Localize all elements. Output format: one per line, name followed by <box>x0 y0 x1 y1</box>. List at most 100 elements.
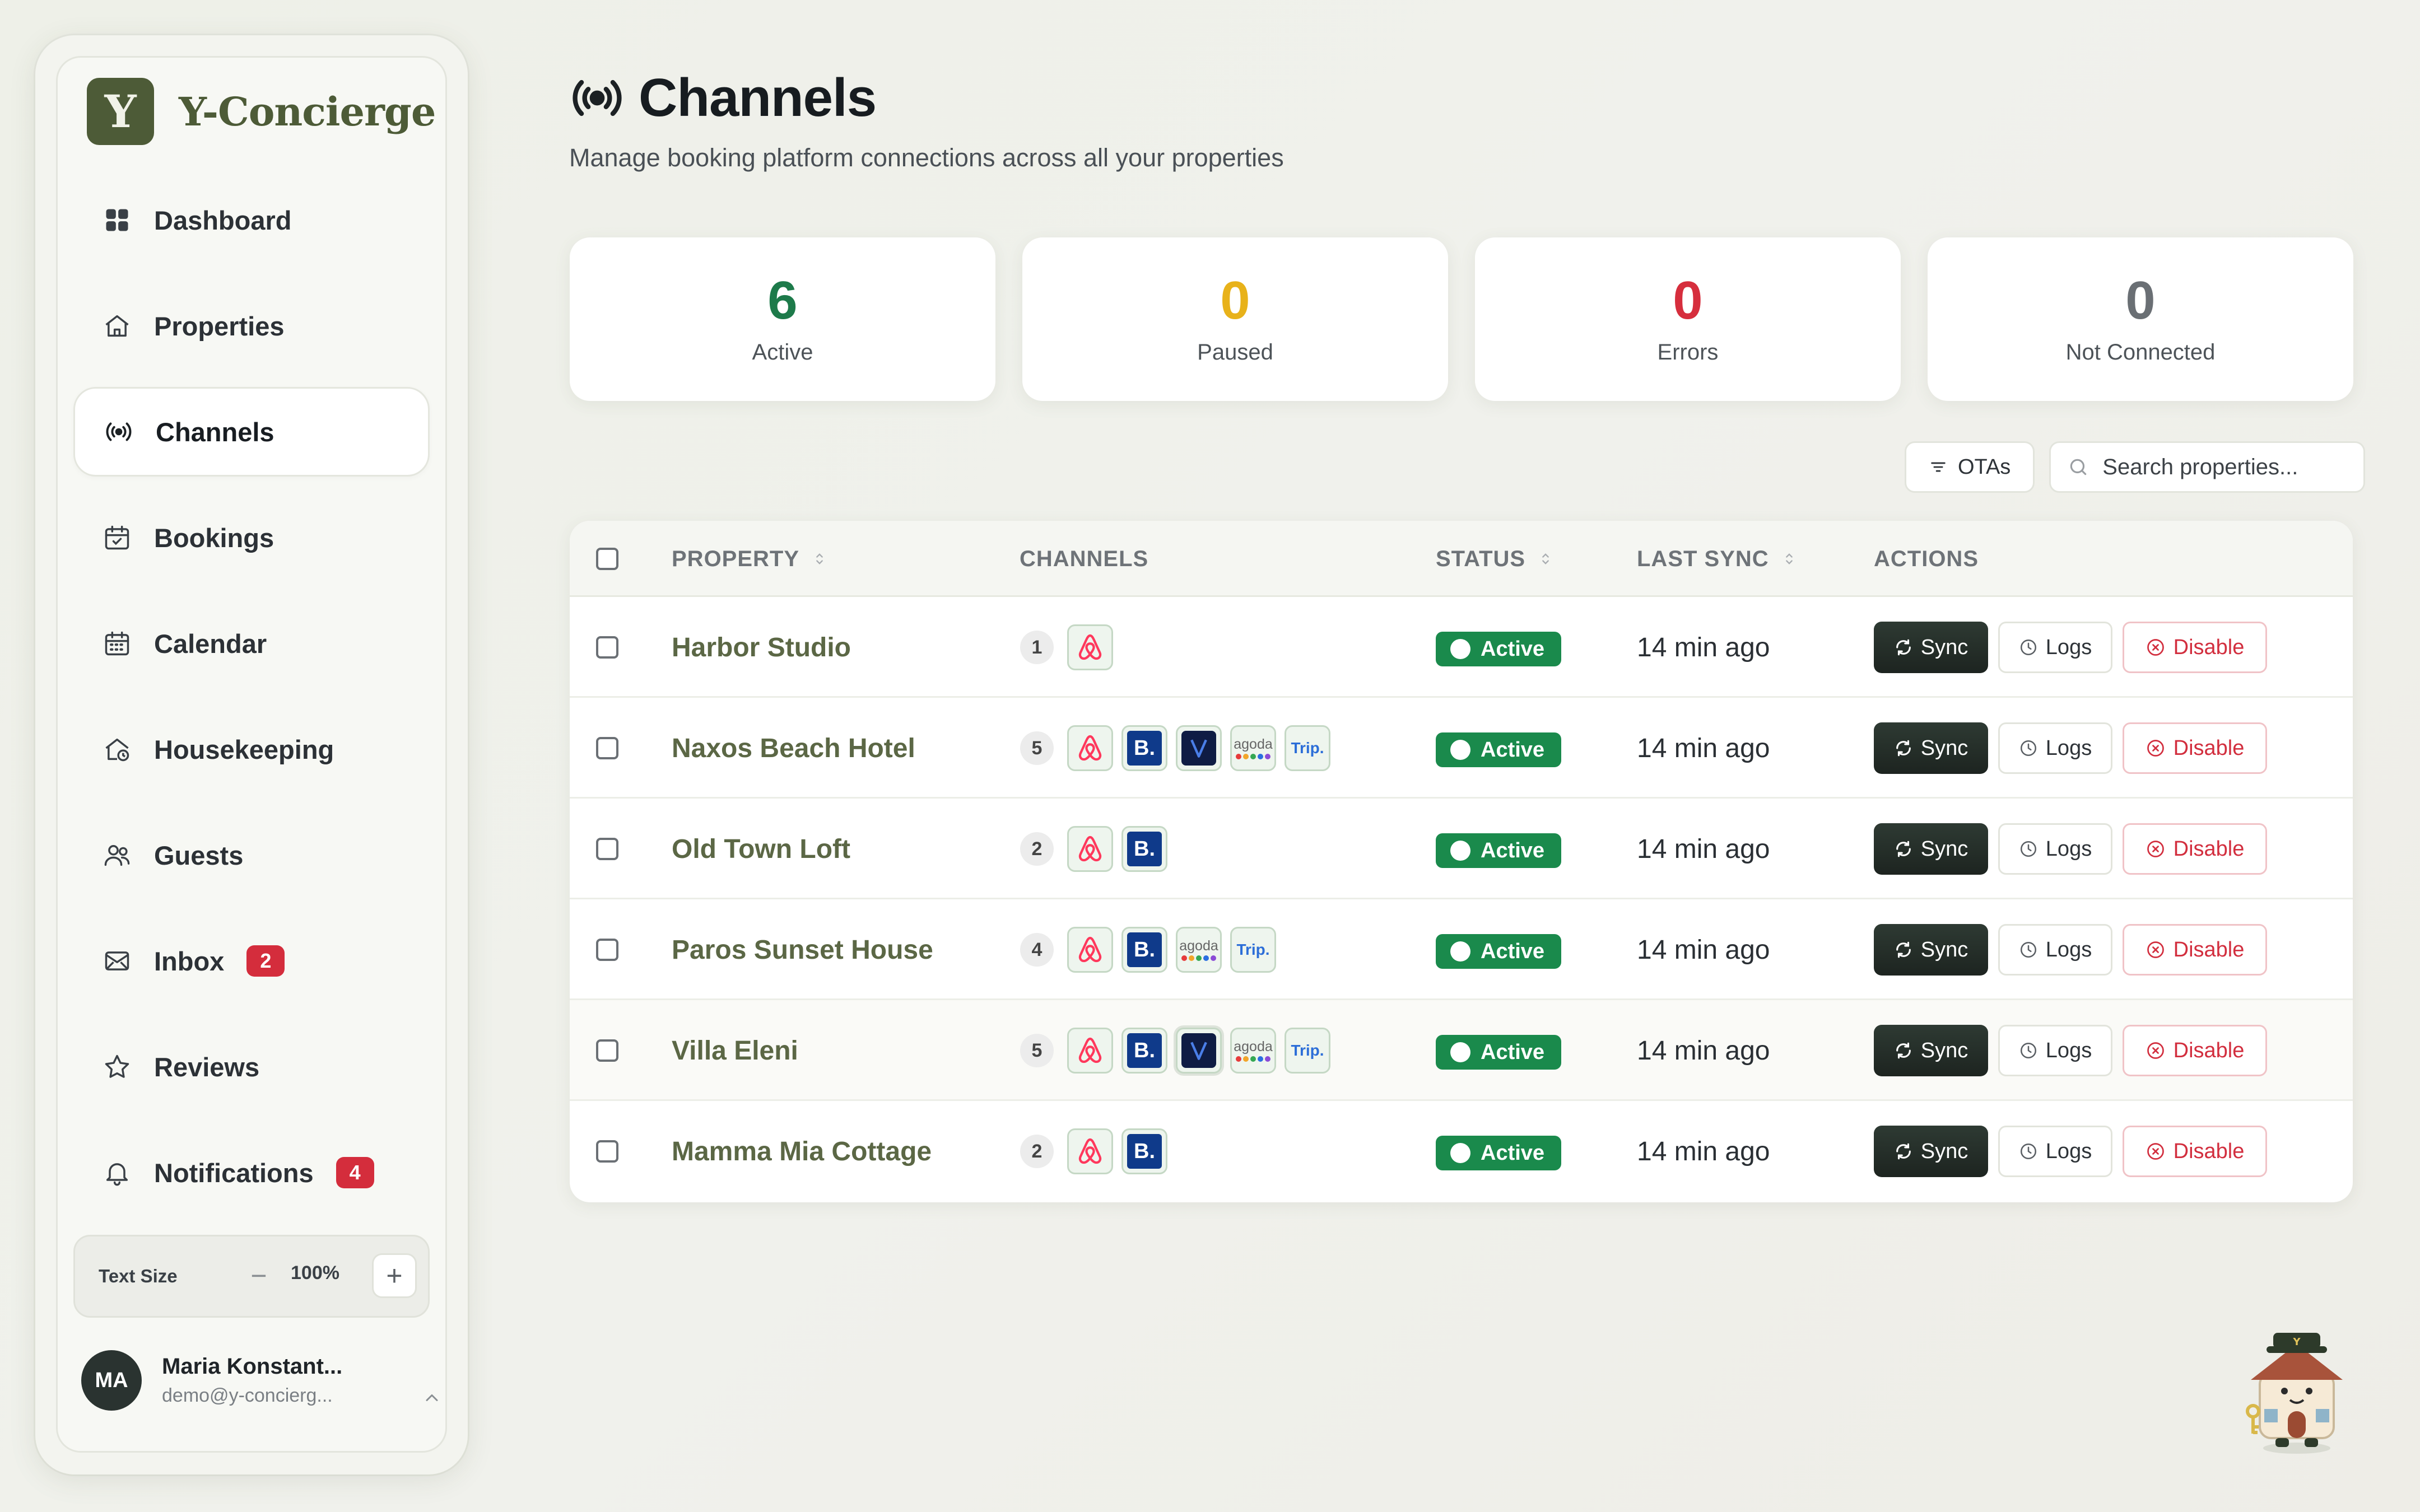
row-checkbox[interactable] <box>596 737 618 759</box>
sync-button[interactable]: Sync <box>1874 722 1988 774</box>
header-property[interactable]: PROPERTY <box>672 521 827 597</box>
sync-button[interactable]: Sync <box>1874 823 1988 875</box>
header-last-sync[interactable]: LAST SYNC <box>1637 521 1797 597</box>
booking-channel-icon[interactable]: B. <box>1121 927 1167 973</box>
property-name-link[interactable]: Harbor Studio <box>672 597 851 698</box>
trip-channel-icon[interactable]: Trip. <box>1230 927 1276 973</box>
sidebar-item-guests[interactable]: Guests <box>73 810 430 900</box>
row-checkbox[interactable] <box>596 1140 618 1163</box>
refresh-icon <box>1896 1143 1911 1160</box>
airbnb-channel-icon[interactable] <box>1067 624 1113 670</box>
channel-count: 2 <box>1020 832 1054 866</box>
calendar-grid-icon <box>103 629 132 658</box>
row-actions: Sync Logs Disable <box>1874 1025 2277 1076</box>
sidebar-item-calendar[interactable]: Calendar <box>73 599 430 688</box>
stat-label: Active <box>752 339 813 365</box>
x-circle-icon <box>2147 639 2164 656</box>
property-name-link[interactable]: Paros Sunset House <box>672 899 933 1000</box>
brand-logo: Y <box>87 78 154 145</box>
sync-button[interactable]: Sync <box>1874 1126 1988 1177</box>
airbnb-channel-icon[interactable] <box>1067 927 1113 973</box>
booking-channel-icon[interactable]: B. <box>1121 826 1167 872</box>
sidebar-item-reviews[interactable]: Reviews <box>73 1022 430 1112</box>
status-dot-icon <box>1450 1143 1470 1163</box>
last-sync-value: 14 min ago <box>1637 632 1770 662</box>
booking-channel-icon[interactable]: B. <box>1121 1128 1167 1174</box>
logs-button[interactable]: Logs <box>1998 722 2112 774</box>
agoda-channel-icon[interactable]: agoda <box>1230 1028 1276 1074</box>
logs-button[interactable]: Logs <box>1998 1025 2112 1076</box>
sidebar-item-inbox[interactable]: Inbox 2 <box>73 916 430 1006</box>
concierge-mascot-icon[interactable]: Y <box>2235 1322 2358 1456</box>
row-checkbox[interactable] <box>596 838 618 860</box>
agoda-channel-icon[interactable]: agoda <box>1230 725 1276 771</box>
sidebar-item-dashboard[interactable]: Dashboard <box>73 175 430 265</box>
sidebar-item-notifications[interactable]: Notifications 4 <box>73 1128 430 1217</box>
vrbo-channel-icon[interactable] <box>1176 1028 1222 1074</box>
trip-channel-icon[interactable]: Trip. <box>1285 725 1330 771</box>
airbnb-channel-icon[interactable] <box>1067 1128 1113 1174</box>
sync-button[interactable]: Sync <box>1874 924 1988 976</box>
brand-name: Y-Concierge <box>179 88 436 135</box>
logs-button[interactable]: Logs <box>1998 924 2112 976</box>
header-actions: ACTIONS <box>1874 521 1979 597</box>
status-badge: Active <box>1436 934 1561 969</box>
status-dot-icon <box>1450 740 1470 760</box>
disable-button[interactable]: Disable <box>2123 924 2267 976</box>
broadcast-icon <box>104 417 133 446</box>
ota-filter-button[interactable]: OTAs <box>1905 441 2035 493</box>
text-size-increase-button[interactable]: + <box>372 1253 417 1298</box>
row-actions: Sync Logs Disable <box>1874 622 2277 673</box>
text-size-decrease-button[interactable]: − <box>236 1253 281 1298</box>
row-checkbox[interactable] <box>596 1039 618 1062</box>
logs-button[interactable]: Logs <box>1998 622 2112 673</box>
logs-button[interactable]: Logs <box>1998 823 2112 875</box>
sidebar-item-bookings[interactable]: Bookings <box>73 493 430 582</box>
header-status[interactable]: STATUS <box>1436 521 1553 597</box>
disable-button[interactable]: Disable <box>2123 1126 2267 1177</box>
property-name-link[interactable]: Mamma Mia Cottage <box>672 1101 932 1202</box>
sync-button[interactable]: Sync <box>1874 622 1988 673</box>
property-name-link[interactable]: Old Town Loft <box>672 799 850 899</box>
row-actions: Sync Logs Disable <box>1874 823 2277 875</box>
last-sync-value: 14 min ago <box>1637 733 1770 763</box>
sidebar-item-housekeeping[interactable]: Housekeeping <box>73 704 430 794</box>
calendar-check-icon <box>103 523 132 552</box>
ota-filter-label: OTAs <box>1958 455 2011 479</box>
status-badge: Active <box>1436 632 1561 666</box>
booking-channel-icon[interactable]: B. <box>1121 725 1167 771</box>
chevron-up-icon[interactable] <box>422 1388 442 1408</box>
airbnb-channel-icon[interactable] <box>1067 826 1113 872</box>
property-name-link[interactable]: Naxos Beach Hotel <box>672 698 915 799</box>
search-icon <box>2070 459 2087 475</box>
vrbo-channel-icon[interactable] <box>1176 725 1222 771</box>
user-menu[interactable]: MA Maria Konstant... demo@y-concierg... <box>81 1350 342 1411</box>
booking-channel-icon[interactable]: B. <box>1121 1028 1167 1074</box>
sidebar-item-label: Guests <box>154 840 244 870</box>
airbnb-channel-icon[interactable] <box>1067 725 1113 771</box>
row-checkbox[interactable] <box>596 636 618 659</box>
disable-button[interactable]: Disable <box>2123 622 2267 673</box>
brand[interactable]: Y Y-Concierge <box>87 78 436 145</box>
disable-button[interactable]: Disable <box>2123 1025 2267 1076</box>
disable-button[interactable]: Disable <box>2123 722 2267 774</box>
notifications-badge: 4 <box>336 1157 374 1188</box>
sidebar-item-label: Dashboard <box>154 205 292 235</box>
avatar: MA <box>81 1350 142 1411</box>
row-checkbox[interactable] <box>596 939 618 961</box>
trip-channel-icon[interactable]: Trip. <box>1285 1028 1330 1074</box>
sidebar-item-properties[interactable]: Properties <box>73 281 430 371</box>
search-input[interactable] <box>2102 454 2349 480</box>
header-status-label: STATUS <box>1436 546 1526 571</box>
logs-label: Logs <box>2045 937 2092 962</box>
stat-card-paused: 0 Paused <box>1022 237 1448 401</box>
property-name-link[interactable]: Villa Eleni <box>672 1000 798 1101</box>
agoda-channel-icon[interactable]: agoda <box>1176 927 1222 973</box>
disable-button[interactable]: Disable <box>2123 823 2267 875</box>
logs-button[interactable]: Logs <box>1998 1126 2112 1177</box>
select-all-checkbox[interactable] <box>596 548 618 570</box>
disable-label: Disable <box>2173 1139 2245 1163</box>
sidebar-item-channels[interactable]: Channels <box>73 387 430 477</box>
sync-button[interactable]: Sync <box>1874 1025 1988 1076</box>
airbnb-channel-icon[interactable] <box>1067 1028 1113 1074</box>
